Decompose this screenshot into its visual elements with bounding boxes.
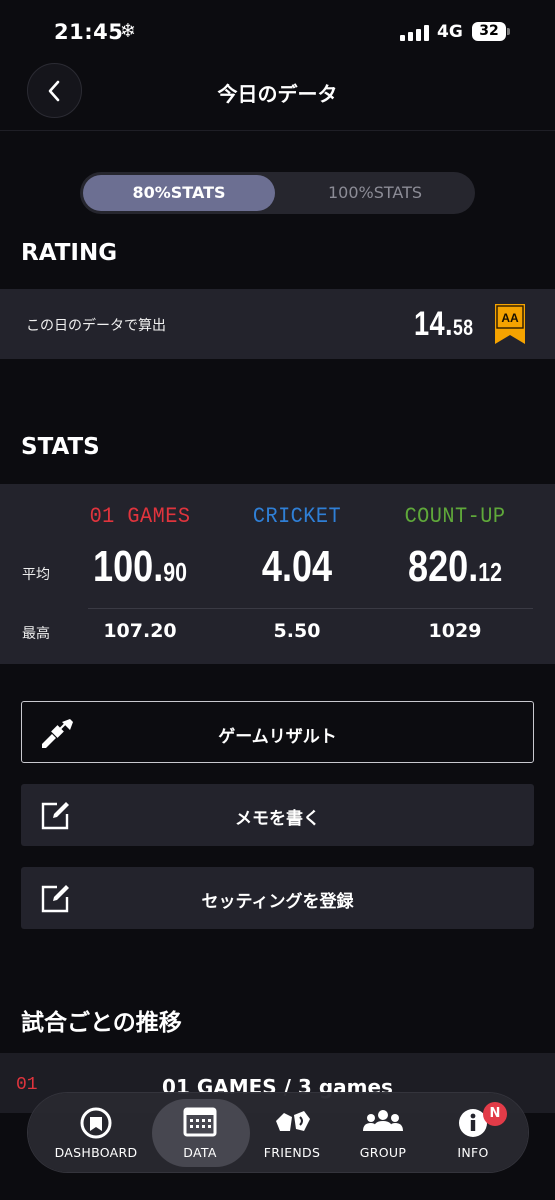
nav-info[interactable]: INFO [423,1093,523,1172]
battery-tip [507,28,510,35]
snowflake-icon: ❄ [120,20,136,42]
rating-row: この日のデータで算出 14.58 AA [0,289,555,359]
avg-countup-int: 820. [408,542,479,591]
friends-icon [276,1111,310,1131]
max-value-count-up: 1029 [428,620,482,642]
avg-value-cricket: 4.04 [227,542,366,592]
page-title: 今日のデータ [217,82,338,106]
trend-section-title: 試合ごとの推移 [21,1010,182,1036]
stat-header-01-games: 01 GAMES [89,504,191,529]
max-value-cricket: 5.50 [273,620,321,642]
notification-badge: N [483,1102,507,1126]
avg-cricket-int: 4.04 [261,542,333,591]
header-divider [0,130,555,131]
nav-items: DATA FRIENDS GROUP INFO [28,1093,528,1172]
avg-countup-dec: 12 [478,557,502,587]
nav-group-label: GROUP [359,1145,407,1160]
stats-divider [88,608,533,609]
row-label-max: 最高 [22,626,50,642]
nav-data[interactable]: DATA [150,1093,250,1172]
data-icon [183,1107,217,1137]
stats-mode-toggle: 80%STATS 100%STATS [80,172,475,214]
nav-friends[interactable]: FRIENDS [242,1093,342,1172]
tab-80-stats[interactable]: 80%STATS [83,175,275,211]
battery-icon: 32 [472,22,506,41]
stat-header-count-up: COUNT-UP [404,504,506,529]
signal-icon [400,25,430,41]
stats-card: 01 GAMES CRICKET COUNT-UP 平均 100.90 4.04… [0,484,555,664]
game-result-label: ゲームリザルト [218,727,337,747]
write-memo-button[interactable]: メモを書く [21,784,534,846]
avg-01-dec: 90 [163,557,187,587]
game-result-button[interactable]: ゲームリザルト [21,701,534,763]
status-time: 21:45 [54,20,124,44]
nav-friends-label: FRIENDS [263,1145,321,1160]
avg-01-int: 100. [93,542,164,591]
tab-100-stats[interactable]: 100%STATS [278,175,472,211]
rating-value-dec: 58 [453,315,474,340]
nav-info-label: INFO [457,1145,489,1160]
rating-value: 14.58 [414,305,473,344]
nav-data-label: DATA [183,1145,217,1160]
rating-badge-text: AA [501,311,519,325]
rating-flag-badge: AA [494,303,526,349]
register-setting-button[interactable]: セッティングを登録 [21,867,534,929]
stat-header-cricket: CRICKET [252,504,342,529]
info-icon [459,1109,487,1137]
nav-group[interactable]: GROUP [333,1093,433,1172]
avg-value-count-up: 820.12 [385,542,524,592]
write-memo-label: メモを書く [235,809,320,829]
rating-label: この日のデータで算出 [26,318,166,334]
rating-section-title: RATING [21,240,118,266]
rating-value-int: 14. [414,305,454,343]
row-label-average: 平均 [22,567,50,583]
stats-section-title: STATS [21,434,100,460]
register-setting-label: セッティングを登録 [201,892,354,912]
group-icon [363,1110,403,1131]
max-value-01-games: 107.20 [103,620,177,642]
network-type: 4G [437,22,463,42]
avg-value-01-games: 100.90 [70,542,209,592]
